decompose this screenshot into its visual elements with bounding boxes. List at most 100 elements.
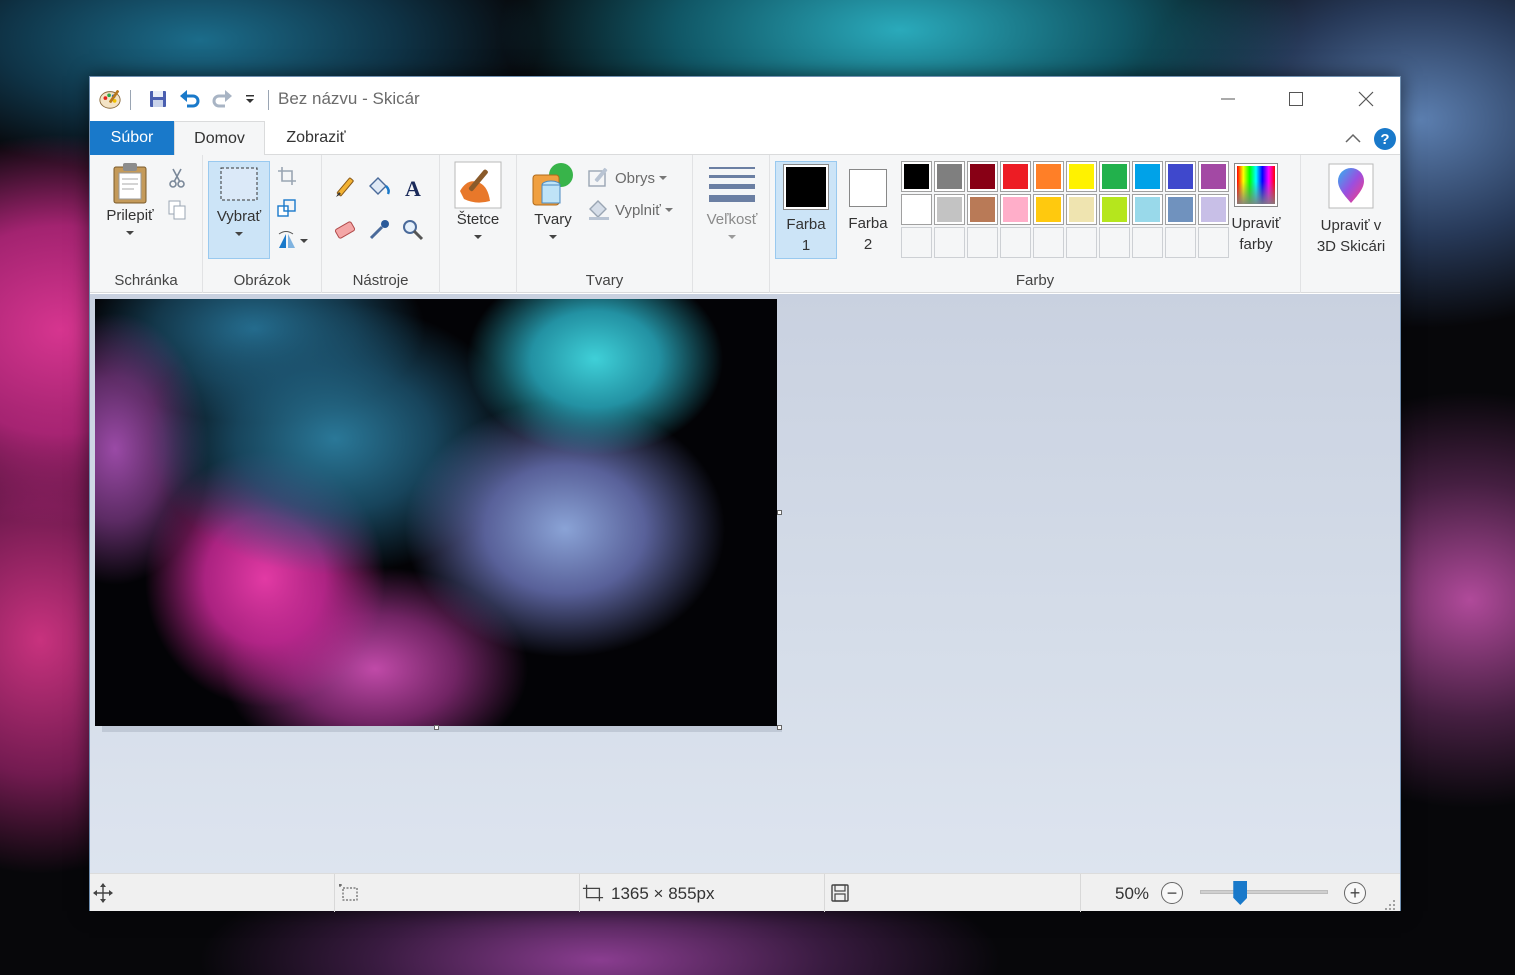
paint3d-group: Upraviť v 3D Skicári	[1301, 155, 1401, 293]
crop-icon[interactable]	[274, 163, 300, 189]
palette-swatch[interactable]	[1099, 194, 1130, 225]
resize-handle-bottom[interactable]	[434, 725, 439, 730]
palette-swatch[interactable]	[1066, 161, 1097, 192]
status-separator	[1080, 874, 1081, 912]
close-button[interactable]	[1336, 77, 1396, 121]
brushes-group: Štetce	[440, 155, 517, 293]
brushes-button[interactable]: Štetce	[448, 161, 508, 239]
palette-swatch[interactable]	[967, 161, 998, 192]
cursor-position-icon	[92, 882, 114, 904]
custom-color-slot[interactable]	[967, 227, 998, 258]
custom-color-slot[interactable]	[1132, 227, 1163, 258]
fill-dropdown[interactable]: Vyplniť	[587, 199, 673, 221]
palette-swatch[interactable]	[1099, 161, 1130, 192]
pencil-icon[interactable]	[332, 175, 358, 201]
select-icon	[220, 167, 258, 201]
colors-group-label: Farby	[1015, 272, 1055, 289]
status-bar: 1365 × 855px 50% − +	[90, 873, 1400, 912]
custom-color-slot[interactable]	[1033, 227, 1064, 258]
palette-swatch[interactable]	[1132, 161, 1163, 192]
custom-color-slot[interactable]	[1099, 227, 1130, 258]
maximize-button[interactable]	[1266, 77, 1326, 121]
fill-bucket-icon[interactable]	[366, 175, 392, 201]
edit-colors-label-line1: Upraviť	[1231, 215, 1281, 232]
save-icon[interactable]	[146, 87, 170, 111]
palette-swatch[interactable]	[934, 161, 965, 192]
edit-colors-label-line2: farby	[1239, 236, 1273, 253]
canvas-workspace[interactable]	[90, 294, 1400, 873]
palette-swatch[interactable]	[1066, 194, 1097, 225]
color2-swatch	[849, 169, 887, 207]
tab-file[interactable]: Súbor	[90, 121, 174, 155]
palette-swatch[interactable]	[934, 194, 965, 225]
color2-label-line2: 2	[863, 236, 873, 253]
paint3d-label-line2: 3D Skicári	[1316, 238, 1386, 255]
custom-color-slot[interactable]	[1165, 227, 1196, 258]
zoom-in-button[interactable]: +	[1344, 882, 1366, 904]
shapes-group: Tvary Obrys Vyplniť Tvary	[517, 155, 693, 293]
title-separator	[130, 90, 131, 110]
image-size-icon	[582, 882, 604, 904]
cut-icon[interactable]	[164, 165, 190, 191]
zoom-slider-track[interactable]	[1200, 890, 1328, 894]
outline-dropdown[interactable]: Obrys	[587, 167, 668, 189]
clipboard-group: Prilepiť Schránka	[90, 155, 203, 293]
eraser-icon[interactable]	[332, 217, 358, 243]
palette-swatch[interactable]	[1165, 161, 1196, 192]
image-group-label: Obrázok	[233, 272, 291, 289]
color1-swatch	[783, 164, 829, 210]
tab-view[interactable]: Zobraziť	[270, 121, 362, 155]
custom-color-slot[interactable]	[1000, 227, 1031, 258]
collapse-ribbon-button[interactable]	[1342, 129, 1364, 147]
tab-home[interactable]: Domov	[174, 121, 265, 156]
palette-swatch[interactable]	[1165, 194, 1196, 225]
zoom-out-button[interactable]: −	[1161, 882, 1183, 904]
brushes-label: Štetce	[456, 211, 500, 228]
size-button[interactable]: Veľkosť	[701, 161, 763, 239]
drawing-canvas[interactable]	[95, 299, 777, 726]
status-separator	[579, 874, 580, 912]
color-picker-icon[interactable]	[366, 217, 392, 243]
copy-icon[interactable]	[164, 197, 190, 223]
zoom-slider-thumb[interactable]	[1233, 881, 1248, 905]
resize-icon[interactable]	[274, 195, 300, 221]
magnifier-icon[interactable]	[400, 217, 426, 243]
minimize-button[interactable]	[1198, 77, 1258, 121]
palette-swatch[interactable]	[901, 161, 932, 192]
color1-button[interactable]: Farba 1	[775, 161, 837, 259]
rotate-icon[interactable]	[274, 227, 310, 253]
custom-color-slot[interactable]	[934, 227, 965, 258]
ribbon-tab-bar: Súbor Domov Zobraziť	[90, 121, 1400, 156]
edit-in-paint3d-button[interactable]: Upraviť v 3D Skicári	[1305, 163, 1397, 257]
selection-size-icon	[338, 882, 360, 904]
canvas-shadow	[102, 726, 782, 732]
paste-button[interactable]: Prilepiť	[100, 161, 160, 235]
customize-toolbar-icon[interactable]	[238, 87, 262, 111]
palette-swatch[interactable]	[1033, 161, 1064, 192]
custom-color-slot[interactable]	[901, 227, 932, 258]
zoom-percent: 50%	[1115, 884, 1150, 903]
resize-handle-right[interactable]	[777, 510, 782, 515]
palette-swatch[interactable]	[1033, 194, 1064, 225]
edit-colors-icon	[1234, 163, 1278, 207]
paint-app-icon[interactable]	[98, 87, 122, 111]
undo-icon[interactable]	[178, 87, 202, 111]
palette-swatch[interactable]	[901, 194, 932, 225]
resize-handle-corner[interactable]	[777, 725, 782, 730]
brush-icon	[454, 161, 502, 209]
text-tool-icon[interactable]: A	[400, 175, 426, 201]
palette-swatch[interactable]	[967, 194, 998, 225]
palette-swatch[interactable]	[1000, 161, 1031, 192]
window-resize-grip[interactable]	[1384, 898, 1396, 910]
custom-color-slot[interactable]	[1066, 227, 1097, 258]
redo-icon[interactable]	[210, 87, 234, 111]
select-button[interactable]: Vybrať	[208, 161, 270, 259]
colors-group: Farba 1 Farba 2 Upraviť farby Farby	[770, 155, 1301, 293]
palette-swatch[interactable]	[1000, 194, 1031, 225]
help-button[interactable]: ?	[1374, 128, 1396, 150]
palette-swatch[interactable]	[1132, 194, 1163, 225]
color2-button[interactable]: Farba 2	[838, 161, 898, 255]
shapes-button[interactable]: Tvary	[525, 161, 581, 239]
fill-label: Vyplniť	[615, 201, 661, 219]
edit-colors-button[interactable]: Upraviť farby	[1222, 163, 1290, 255]
